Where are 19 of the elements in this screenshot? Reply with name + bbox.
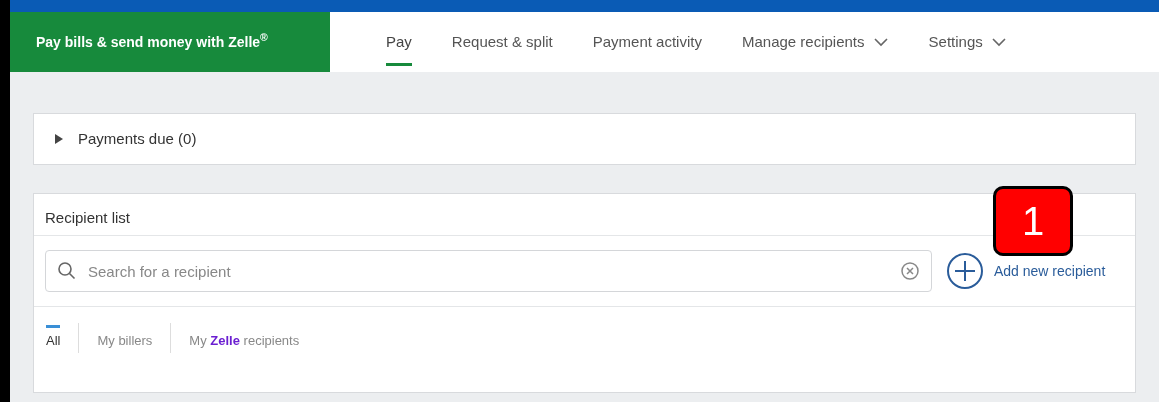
- payments-due-toggle[interactable]: Payments due (0): [33, 113, 1136, 165]
- chevron-down-icon: [990, 37, 1007, 47]
- nav-tab[interactable]: Payment activity: [592, 12, 702, 72]
- step-badge: 1: [993, 186, 1073, 256]
- nav-tab[interactable]: Pay: [386, 12, 412, 72]
- clear-icon[interactable]: [900, 261, 920, 281]
- section-title: Recipient list: [45, 207, 131, 228]
- triangle-right-icon: [54, 133, 64, 145]
- nav-tab[interactable]: Manage recipients: [741, 12, 889, 72]
- nav-tab[interactable]: Request & split: [451, 12, 553, 72]
- brand-title: Pay bills & send money with Zelle$^{®}$: [36, 31, 268, 52]
- filter-tab[interactable]: My Zelle recipients: [189, 325, 300, 351]
- plus-circle-icon: [946, 252, 984, 290]
- chevron-down-icon: [872, 37, 889, 47]
- nav-tab[interactable]: Settings: [928, 12, 1007, 72]
- filter-tab[interactable]: All: [46, 325, 61, 351]
- filter-tab[interactable]: My billers: [97, 325, 153, 351]
- search-field[interactable]: Search for a recipient: [45, 250, 932, 292]
- search-icon: [57, 261, 77, 281]
